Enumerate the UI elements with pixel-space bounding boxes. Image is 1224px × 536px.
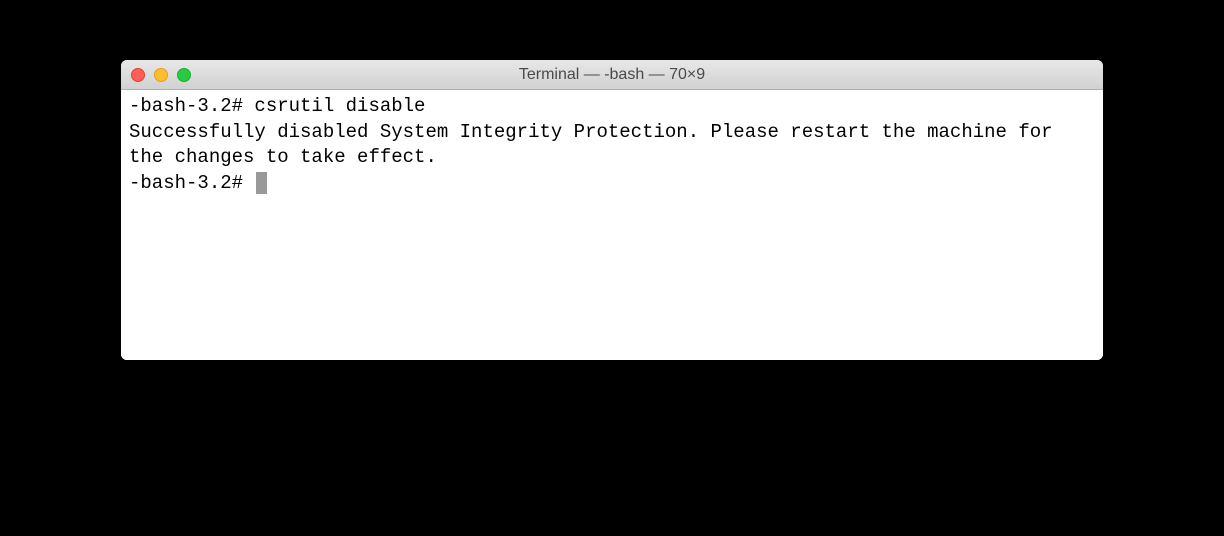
titlebar[interactable]: Terminal — -bash — 70×9 xyxy=(121,60,1103,90)
terminal-content[interactable]: -bash-3.2# csrutil disableSuccessfully d… xyxy=(121,90,1103,360)
minimize-button[interactable] xyxy=(154,68,168,82)
terminal-line: -bash-3.2# csrutil disable xyxy=(129,94,1095,120)
terminal-output: Successfully disabled System Integrity P… xyxy=(129,120,1095,171)
close-button[interactable] xyxy=(131,68,145,82)
zoom-button[interactable] xyxy=(177,68,191,82)
traffic-lights xyxy=(131,68,191,82)
terminal-window: Terminal — -bash — 70×9 -bash-3.2# csrut… xyxy=(121,60,1103,360)
cursor xyxy=(256,172,267,194)
terminal-prompt: -bash-3.2# xyxy=(129,172,254,194)
window-title: Terminal — -bash — 70×9 xyxy=(121,66,1103,84)
